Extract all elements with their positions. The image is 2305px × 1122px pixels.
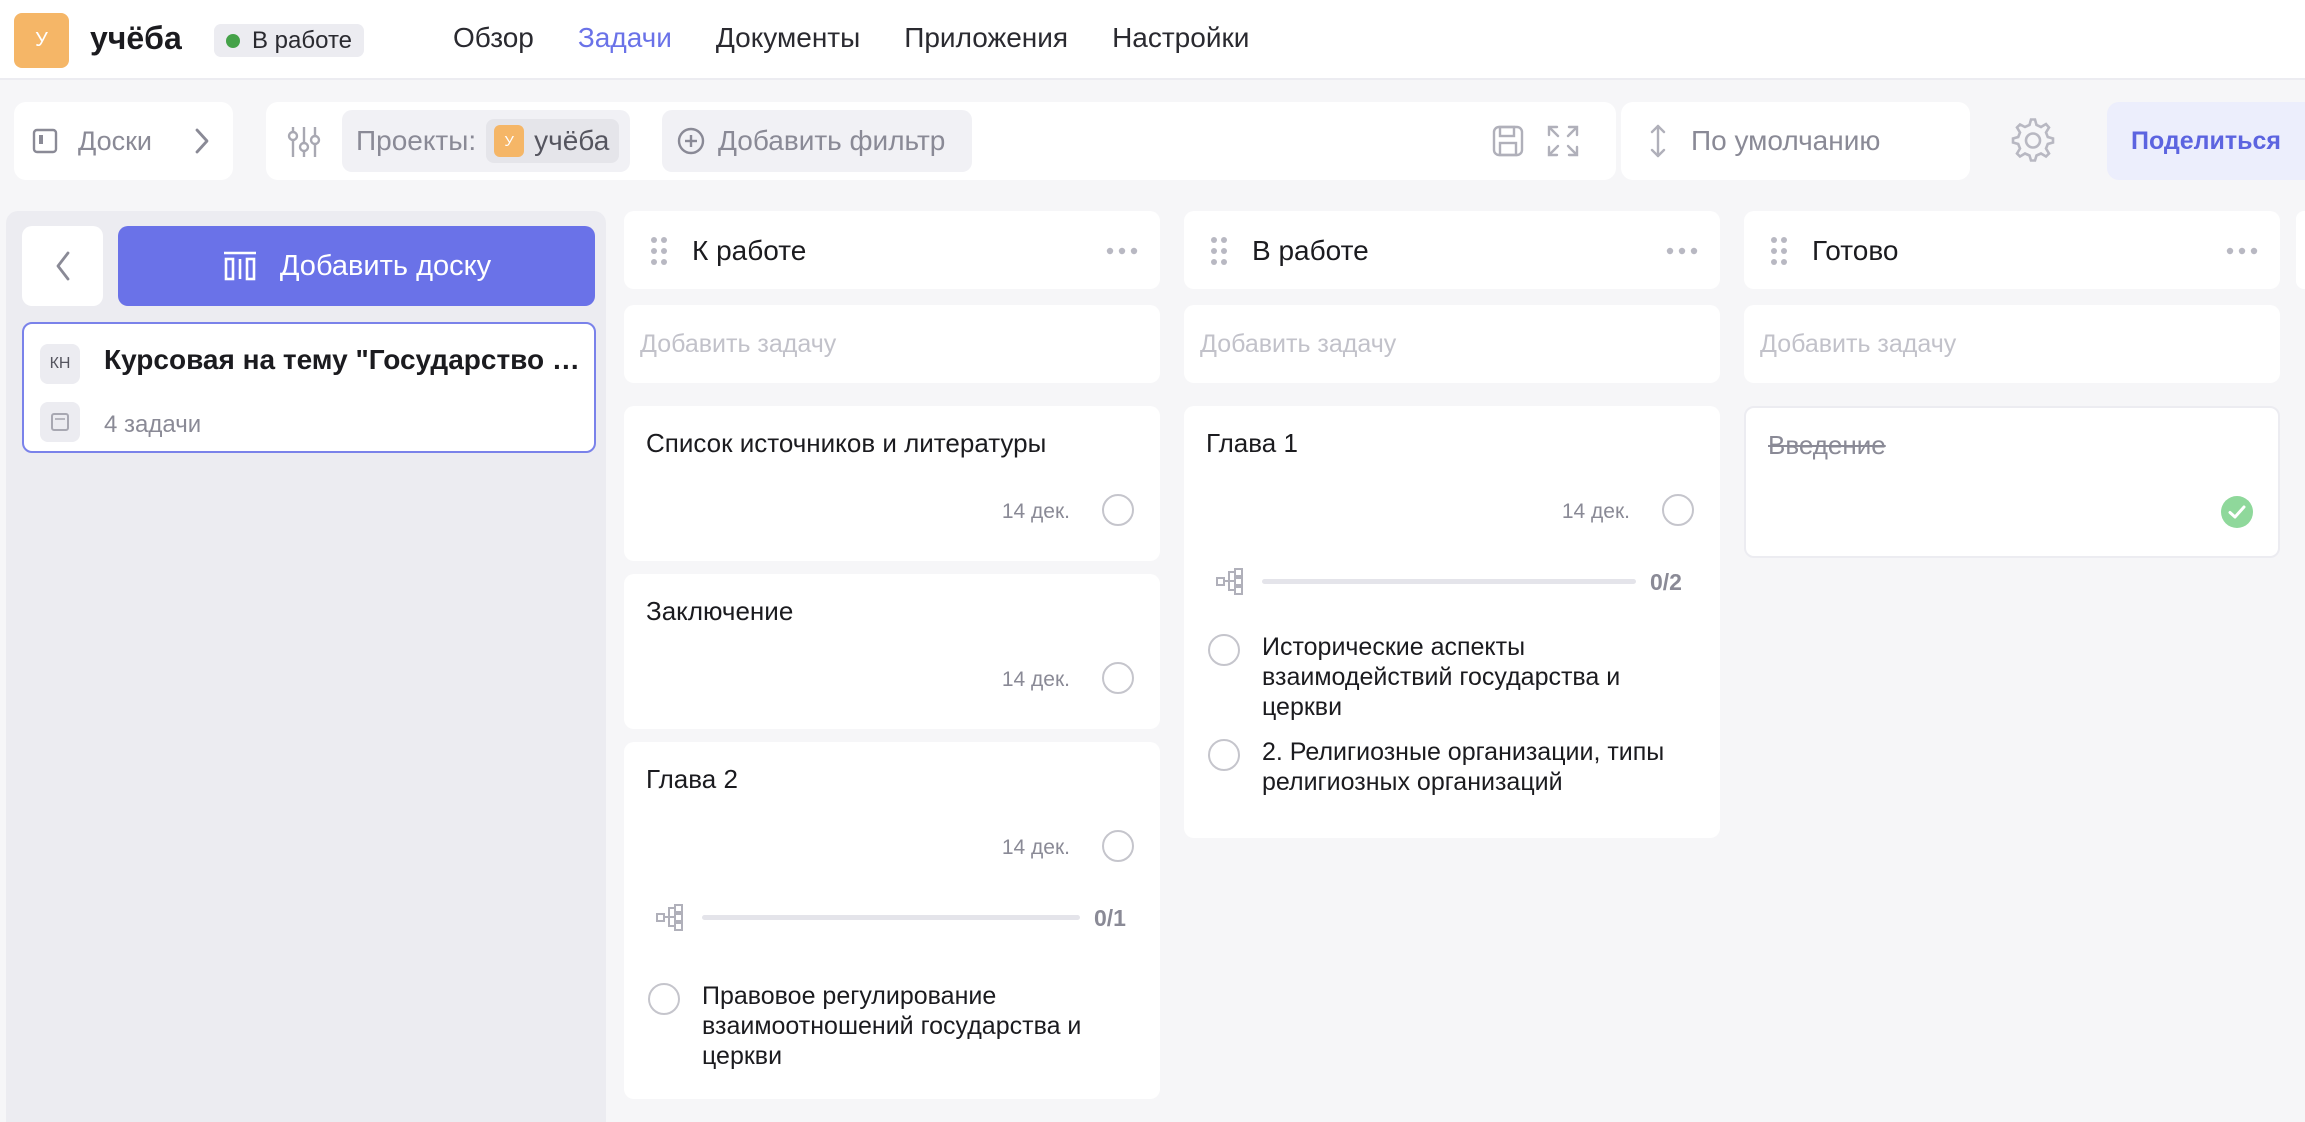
add-board-label: Добавить доску bbox=[279, 249, 492, 282]
save-icon[interactable] bbox=[1491, 124, 1525, 158]
column-todo: К работе Добавить задачу Список источник… bbox=[624, 211, 1160, 1111]
subtasks-progress-bar bbox=[1262, 579, 1636, 584]
boards-sidebar: Добавить доску КН Курсовая на тему "Госу… bbox=[6, 211, 606, 1122]
sort-arrows-icon bbox=[1650, 124, 1666, 158]
chevron-right-icon bbox=[195, 128, 209, 154]
column-title: Готово bbox=[1812, 235, 1899, 266]
filter-sliders-icon[interactable] bbox=[286, 124, 322, 160]
drag-handle-icon[interactable] bbox=[1210, 236, 1228, 266]
top-bar: У учёба В работе Обзор Задачи Документы … bbox=[0, 0, 2305, 80]
subtask-checkbox[interactable] bbox=[1208, 634, 1240, 666]
more-options-icon[interactable] bbox=[1666, 247, 1698, 255]
subtasks-progress-bar bbox=[702, 915, 1080, 920]
more-options-icon[interactable] bbox=[2226, 247, 2258, 255]
boards-label: Доски bbox=[78, 125, 152, 156]
project-chip-avatar: У bbox=[494, 125, 525, 157]
task-title: Введение bbox=[1768, 430, 1886, 460]
task-title: Глава 1 bbox=[1206, 428, 1298, 458]
project-title[interactable]: учёба bbox=[90, 20, 182, 57]
task-title: Список источников и литературы bbox=[646, 428, 1047, 458]
task-complete-checkbox[interactable] bbox=[1662, 494, 1694, 526]
drag-handle-icon[interactable] bbox=[650, 236, 668, 266]
tab-tasks[interactable]: Задачи bbox=[578, 22, 672, 54]
status-badge[interactable]: В работе bbox=[214, 24, 365, 57]
status-dot-icon bbox=[226, 33, 240, 48]
board-columns-icon bbox=[223, 251, 256, 281]
sort-selector[interactable]: По умолчанию bbox=[1621, 102, 1970, 180]
column-header[interactable]: Готово bbox=[1744, 211, 2280, 289]
task-card[interactable]: Глава 2 14 дек. 0/1 Правовое регулирован… bbox=[624, 742, 1160, 1099]
task-card[interactable]: Заключение 14 дек. bbox=[624, 574, 1160, 729]
gear-icon[interactable] bbox=[2010, 118, 2056, 164]
add-board-button[interactable]: Добавить доску bbox=[118, 226, 595, 306]
subtasks-tree-icon bbox=[1216, 568, 1243, 595]
subtasks-tree-icon bbox=[656, 904, 683, 931]
board-card[interactable]: КН Курсовая на тему "Государство и церко… bbox=[22, 322, 596, 453]
task-due-date: 14 дек. bbox=[1001, 836, 1070, 859]
expand-icon[interactable] bbox=[1546, 124, 1580, 158]
projects-filter-chip[interactable]: Проекты: У учёба bbox=[342, 110, 630, 172]
column-done: Готово Добавить задачу Введение bbox=[1744, 211, 2280, 611]
task-title: Заключение bbox=[646, 596, 794, 626]
plus-circle-icon bbox=[677, 127, 705, 155]
subtask-title[interactable]: 2. Религиозные организации, типы религио… bbox=[1262, 737, 1702, 797]
board-task-count: 4 задачи bbox=[104, 411, 202, 438]
subtask-title[interactable]: Правовое регулирование взаимоотношений г… bbox=[702, 981, 1142, 1071]
subtask-checkbox[interactable] bbox=[1208, 739, 1240, 771]
task-card[interactable]: Введение bbox=[1744, 406, 2280, 558]
task-list-icon bbox=[40, 402, 80, 442]
subtask-title[interactable]: Исторические аспекты взаимодействий госу… bbox=[1262, 632, 1702, 722]
task-title: Глава 2 bbox=[646, 764, 738, 794]
task-complete-checkbox[interactable] bbox=[1102, 662, 1134, 694]
tab-settings[interactable]: Настройки bbox=[1112, 22, 1249, 54]
add-task-input[interactable]: Добавить задачу bbox=[1744, 305, 2280, 383]
task-due-date: 14 дек. bbox=[1001, 668, 1070, 691]
tab-documents[interactable]: Документы bbox=[716, 22, 860, 54]
add-task-input[interactable]: Добавить задачу bbox=[624, 305, 1160, 383]
column-header[interactable]: В работе bbox=[1184, 211, 1720, 289]
task-card[interactable]: Список источников и литературы 14 дек. bbox=[624, 406, 1160, 561]
chevron-left-icon bbox=[56, 251, 69, 281]
share-button[interactable]: Поделиться bbox=[2107, 102, 2305, 180]
board-title: Курсовая на тему "Государство и церковь" bbox=[104, 344, 584, 375]
check-done-icon[interactable] bbox=[2220, 495, 2254, 529]
board-abbr: КН bbox=[40, 344, 80, 384]
task-card[interactable]: Глава 1 14 дек. 0/2 Исторические аспекты… bbox=[1184, 406, 1720, 838]
sort-label: По умолчанию bbox=[1691, 125, 1881, 156]
subtasks-progress: 0/2 bbox=[1650, 569, 1682, 595]
filter-bar: Проекты: У учёба Добавить фильтр bbox=[266, 102, 1616, 180]
project-avatar[interactable]: У bbox=[14, 13, 69, 68]
status-label: В работе bbox=[252, 26, 353, 54]
collapse-sidebar-button[interactable] bbox=[22, 226, 103, 306]
column-in-progress: В работе Добавить задачу Глава 1 14 дек.… bbox=[1184, 211, 1720, 861]
task-complete-checkbox[interactable] bbox=[1102, 830, 1134, 862]
main-nav: Обзор Задачи Документы Приложения Настро… bbox=[453, 22, 1293, 54]
column-header[interactable]: К работе bbox=[624, 211, 1160, 289]
column-title: В работе bbox=[1252, 235, 1369, 266]
column-title: К работе bbox=[692, 235, 807, 266]
task-complete-checkbox[interactable] bbox=[1102, 494, 1134, 526]
add-task-input[interactable]: Добавить задачу bbox=[1184, 305, 1720, 383]
add-filter-label: Добавить фильтр bbox=[718, 125, 946, 156]
task-due-date: 14 дек. bbox=[1561, 500, 1630, 523]
next-column-edge bbox=[2296, 211, 2305, 289]
tab-overview[interactable]: Обзор bbox=[453, 22, 534, 54]
more-options-icon[interactable] bbox=[1106, 247, 1138, 255]
board-icon bbox=[32, 128, 58, 154]
projects-filter-label: Проекты: bbox=[356, 125, 477, 156]
subtask-checkbox[interactable] bbox=[648, 983, 680, 1015]
subtasks-progress: 0/1 bbox=[1094, 905, 1126, 931]
tab-apps[interactable]: Приложения bbox=[904, 22, 1068, 54]
boards-breadcrumb[interactable]: Доски bbox=[14, 102, 233, 180]
drag-handle-icon[interactable] bbox=[1770, 236, 1788, 266]
project-chip[interactable]: У учёба bbox=[486, 119, 620, 163]
task-due-date: 14 дек. bbox=[1001, 500, 1070, 523]
add-filter-button[interactable]: Добавить фильтр bbox=[662, 110, 972, 172]
project-chip-name: учёба bbox=[534, 125, 610, 156]
